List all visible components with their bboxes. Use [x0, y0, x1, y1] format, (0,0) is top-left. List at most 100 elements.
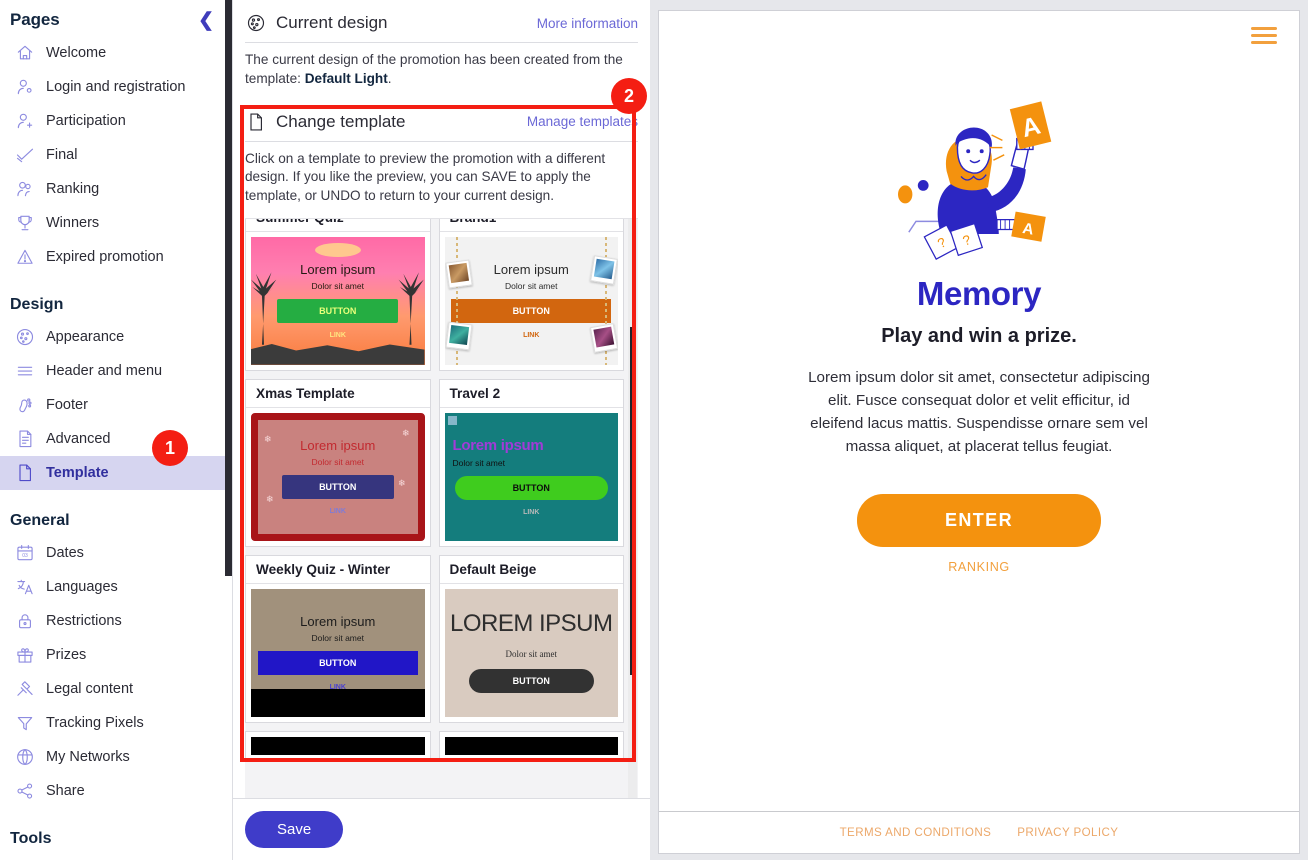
template-name: Default Beige	[439, 555, 623, 584]
home-icon	[14, 42, 36, 64]
sidebar-item-advanced[interactable]: Advanced	[0, 422, 232, 456]
chevron-left-icon[interactable]: ❮	[196, 11, 216, 30]
sidebar-item-languages[interactable]: Languages	[0, 570, 232, 604]
sidebar-item-winners[interactable]: Winners	[0, 206, 232, 240]
template-preview-subtitle: Dolor sit amet	[452, 458, 505, 469]
template-card[interactable]: Brand1 Lorem ipsum Dolor sit amet BUTTON LIN…	[438, 218, 624, 371]
template-name: Brand1	[439, 218, 623, 232]
template-preview-travel: Lorem ipsum Dolor sit amet BUTTON LINK	[444, 412, 618, 541]
preview-topbar	[659, 11, 1299, 59]
template-preview-link: LINK	[329, 508, 346, 516]
template-preview-subtitle: Dolor sit amet	[311, 633, 364, 644]
current-template-name: Default Light	[304, 70, 388, 86]
sidebar-item-dates[interactable]: 03 Dates	[0, 536, 232, 570]
template-preview-button: BUTTON	[257, 651, 418, 676]
sidebar-item-label: Share	[46, 783, 85, 799]
annotation-badge-2: 2	[611, 78, 647, 114]
sidebar-item-my-networks[interactable]: My Networks	[0, 740, 232, 774]
sidebar-item-label: Winners	[46, 215, 100, 231]
sidebar-item-template[interactable]: Template	[0, 456, 232, 490]
annotation-badge-1: 1	[152, 430, 188, 466]
current-design-title: Current design	[276, 13, 388, 32]
preview-content: A A ? ? Memory Play and win a prize. Lor…	[659, 59, 1299, 811]
template-preview-brand: Lorem ipsum Dolor sit amet BUTTON LINK	[444, 236, 618, 365]
template-card[interactable]: Default Beige LOREM IPSUM Dolor sit amet BU…	[438, 554, 624, 723]
current-design-text-suffix: .	[387, 70, 392, 86]
template-card[interactable]: Weekly Quiz - Winter Lorem ipsum Dolor sit…	[245, 554, 431, 723]
sidebar-item-label: Prizes	[46, 647, 87, 663]
ranking-link[interactable]: RANKING	[948, 560, 1010, 574]
template-preview-title: LOREM IPSUM	[449, 610, 613, 638]
svg-text:03: 03	[22, 553, 28, 559]
template-card[interactable]: Summer Quiz Lorem ipsum Dolor sit amet BUTT…	[245, 218, 431, 371]
preview-pane: A A ? ? Memory Play and win a prize. Lor…	[650, 0, 1308, 860]
sidebar-item-legal-content[interactable]: Legal content	[0, 672, 232, 706]
document-code-icon	[14, 428, 36, 450]
template-preview-title: Lorem ipsum	[300, 614, 376, 630]
footprint-icon	[14, 394, 36, 416]
more-information-link[interactable]: More information	[537, 16, 638, 31]
change-template-title: Change template	[276, 111, 406, 131]
sidebar: Pages ❮ Welcome Login and registration Par…	[0, 0, 232, 860]
lock-icon	[14, 610, 36, 632]
template-thumbnail: Lorem ipsum Dolor sit amet BUTTON LINK	[439, 231, 623, 370]
sidebar-item-final[interactable]: Final	[0, 138, 232, 172]
sidebar-item-label: Ranking	[46, 181, 100, 197]
template-scrollbar-thumb[interactable]	[630, 326, 636, 675]
sidebar-item-welcome[interactable]: Welcome	[0, 36, 232, 70]
privacy-policy-link[interactable]: PRIVACY POLICY	[1017, 826, 1118, 839]
template-preview-beige: LOREM IPSUM Dolor sit amet BUTTON	[444, 588, 618, 717]
page-icon	[245, 111, 267, 133]
sidebar-item-appearance[interactable]: Appearance	[0, 320, 232, 354]
hamburger-menu-icon[interactable]	[1251, 23, 1277, 48]
template-name: Summer Quiz	[246, 218, 430, 232]
sidebar-item-label: Tracking Pixels	[46, 715, 144, 731]
template-preview-link: LINK	[523, 332, 540, 340]
sidebar-item-expired-promotion[interactable]: Expired promotion	[0, 240, 232, 274]
template-gallery[interactable]: Summer Quiz Lorem ipsum Dolor sit amet BUTT…	[245, 217, 638, 798]
user-check-icon	[14, 76, 36, 98]
template-preview-title: Lorem ipsum	[300, 262, 376, 278]
sidebar-item-label: Restrictions	[46, 613, 122, 629]
template-card[interactable]: Xmas Template ❄ ❄ ❄ ❄ Lorem ipsum Dolor sit am…	[245, 378, 431, 547]
check-icon	[14, 144, 36, 166]
terms-and-conditions-link[interactable]: TERMS AND CONDITIONS	[840, 826, 992, 839]
preview-footer: TERMS AND CONDITIONS PRIVACY POLICY	[659, 811, 1299, 853]
sidebar-item-restrictions[interactable]: Restrictions	[0, 604, 232, 638]
current-design-card: Current design More information The curr…	[233, 0, 650, 95]
sidebar-item-header-and-menu[interactable]: Header and menu	[0, 354, 232, 388]
sidebar-group-general: General	[10, 512, 70, 529]
template-card-partial[interactable]	[438, 730, 624, 761]
sidebar-item-instant-win[interactable]: Instant Win	[0, 854, 232, 860]
calendar-icon: 03	[14, 542, 36, 564]
save-button[interactable]: Save	[245, 811, 344, 848]
template-card-partial[interactable]	[245, 730, 431, 761]
sidebar-item-label: Participation	[46, 113, 126, 129]
template-preview-button: BUTTON	[454, 476, 608, 501]
sidebar-item-label: Login and registration	[46, 79, 186, 95]
template-thumbnail	[246, 731, 430, 760]
template-preview-subtitle: Dolor sit amet	[505, 281, 558, 292]
sidebar-item-footer[interactable]: Footer	[0, 388, 232, 422]
template-card[interactable]: Travel 2 Lorem ipsum Dolor sit amet BUTTON L…	[438, 378, 624, 547]
template-thumbnail	[439, 731, 623, 760]
enter-button[interactable]: ENTER	[856, 494, 1101, 548]
sidebar-item-tracking-pixels[interactable]: Tracking Pixels	[0, 706, 232, 740]
sidebar-item-label: Appearance	[46, 329, 125, 345]
sidebar-scrollbar[interactable]	[225, 0, 232, 576]
template-preview-button: BUTTON	[277, 299, 399, 324]
sidebar-item-label: Languages	[46, 579, 118, 595]
sidebar-item-share[interactable]: Share	[0, 774, 232, 808]
template-preview-button: BUTTON	[281, 475, 394, 500]
trophy-icon	[14, 212, 36, 234]
sidebar-item-participation[interactable]: Participation	[0, 104, 232, 138]
sidebar-item-ranking[interactable]: Ranking	[0, 172, 232, 206]
template-name: Travel 2	[439, 379, 623, 408]
manage-templates-link[interactable]: Manage templates	[527, 114, 638, 129]
sidebar-item-prizes[interactable]: Prizes	[0, 638, 232, 672]
sidebar-group-design: Design	[10, 296, 64, 313]
sidebar-item-label: Header and menu	[46, 363, 163, 379]
sidebar-item-login-and-registration[interactable]: Login and registration	[0, 70, 232, 104]
